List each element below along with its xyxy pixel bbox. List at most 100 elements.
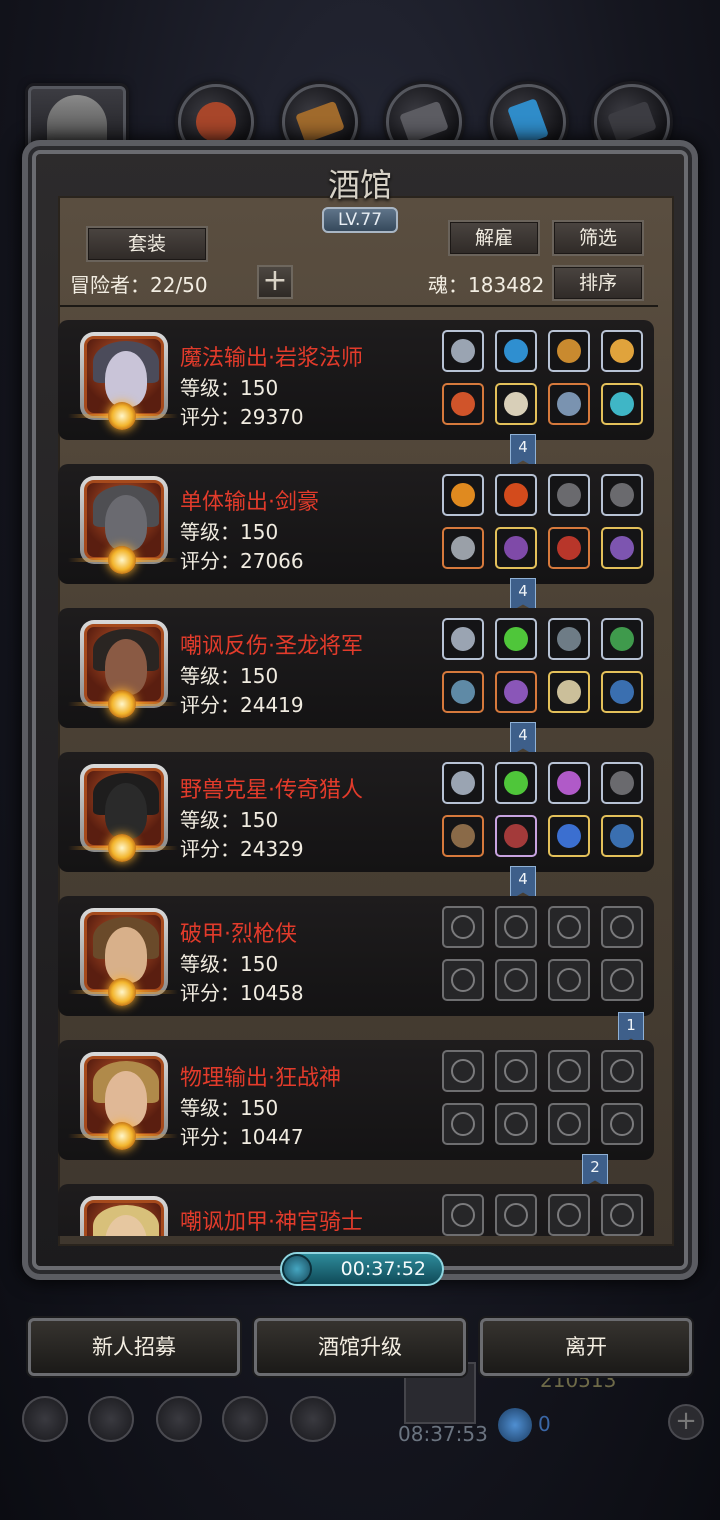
- adventurer-card[interactable]: 单体输出·剑豪 等级：150 评分：27066: [58, 464, 654, 584]
- star-badge-icon: [108, 978, 136, 1006]
- empty-charm-slot-icon[interactable]: [601, 1050, 643, 1092]
- lantern-icon[interactable]: [548, 762, 590, 804]
- knight-visor: [105, 495, 147, 551]
- adventurer-role: 单体输出·剑豪: [180, 490, 319, 515]
- demon-mask-icon[interactable]: [548, 527, 590, 569]
- lantern-icon[interactable]: [548, 330, 590, 372]
- empty-ring-slot-icon[interactable]: [548, 959, 590, 1001]
- tunic-icon[interactable]: [495, 815, 537, 857]
- adventurer-score: 评分：10458: [180, 981, 304, 1005]
- header-divider: [60, 305, 658, 307]
- empty-orb-slot-icon[interactable]: [495, 1050, 537, 1092]
- adventurer-score: 评分：27066: [180, 549, 304, 573]
- empty-weapon-slot-icon[interactable]: [442, 1103, 484, 1145]
- adventurer-role: 嘲讽反伤·圣龙将军: [180, 634, 363, 659]
- crystal-icon: [507, 98, 549, 146]
- gem-amulet-icon[interactable]: [601, 527, 643, 569]
- empty-ring-slot-icon[interactable]: [601, 959, 643, 1001]
- flame-ring-icon[interactable]: [442, 474, 484, 516]
- ring-icon[interactable]: [601, 671, 643, 713]
- general-face: [105, 639, 147, 695]
- orb-icon[interactable]: [495, 330, 537, 372]
- empty-necklace-slot-icon[interactable]: [442, 906, 484, 948]
- necklace-icon[interactable]: [442, 618, 484, 660]
- staff-icon[interactable]: [442, 383, 484, 425]
- adventurer-card[interactable]: 嘲讽反伤·圣龙将军 等级：150 评分：24419: [58, 608, 654, 728]
- adventurer-card[interactable]: 破甲·烈枪侠 等级：150 评分：10458: [58, 896, 654, 1016]
- helmet-icon[interactable]: [156, 1396, 202, 1442]
- dagger-icon[interactable]: [548, 815, 590, 857]
- scroll-icon[interactable]: [290, 1396, 336, 1442]
- adventurer-card[interactable]: 嘲讽加甲·神官骑士: [58, 1184, 654, 1236]
- ring-icon[interactable]: [601, 815, 643, 857]
- empty-armor-slot-icon[interactable]: [495, 959, 537, 1001]
- adventurer-card[interactable]: 物理输出·狂战神 等级：150 评分：10447: [58, 1040, 654, 1160]
- berserker-face: [105, 1071, 147, 1127]
- bg-add-icon[interactable]: +: [668, 1404, 704, 1440]
- empty-necklace-slot-icon[interactable]: [442, 1050, 484, 1092]
- adventurer-score: 评分：10447: [180, 1125, 304, 1149]
- sort-button[interactable]: 排序: [552, 265, 644, 301]
- pistol-icon[interactable]: [442, 815, 484, 857]
- mail-icon[interactable]: [222, 1396, 268, 1442]
- empty-weapon-slot-icon[interactable]: [442, 959, 484, 1001]
- settings-icon[interactable]: [22, 1396, 68, 1442]
- empty-orb-slot-icon[interactable]: [495, 1194, 537, 1236]
- compass-icon[interactable]: [88, 1396, 134, 1442]
- robe-icon[interactable]: [495, 383, 537, 425]
- chest-armor-icon[interactable]: [495, 671, 537, 713]
- feather-icon[interactable]: [601, 762, 643, 804]
- recruit-button[interactable]: 新人招募: [28, 1318, 240, 1376]
- gauntlet-icon[interactable]: [548, 383, 590, 425]
- empty-charm-slot-icon[interactable]: [548, 1194, 590, 1236]
- rank-flag: 4: [510, 866, 536, 900]
- adventurer-list[interactable]: 魔法输出·岩浆法师 等级：150 评分：29370 4 单体输出·剑豪 等级：1…: [58, 318, 658, 1236]
- empty-charm-slot-icon[interactable]: [548, 1050, 590, 1092]
- adventurer-level: 等级：150: [180, 952, 279, 976]
- leave-button[interactable]: 离开: [480, 1318, 692, 1376]
- armor-icon[interactable]: [495, 527, 537, 569]
- rank-flag: 2: [582, 1154, 608, 1188]
- empty-charm-slot-icon[interactable]: [548, 906, 590, 948]
- adventurer-score: 评分：24329: [180, 837, 304, 861]
- pendant-icon[interactable]: [548, 671, 590, 713]
- green-crystal-icon[interactable]: [495, 618, 537, 660]
- gem-icon: [498, 1408, 532, 1442]
- dismiss-button[interactable]: 解雇: [448, 220, 540, 256]
- feather-icon[interactable]: [601, 474, 643, 516]
- fire-orb-icon[interactable]: [495, 474, 537, 516]
- feather-icon[interactable]: [548, 474, 590, 516]
- upgrade-tavern-button[interactable]: 酒馆升级: [254, 1318, 466, 1376]
- adventurer-count: 冒险者：22/50: [70, 273, 208, 297]
- star-badge-icon: [108, 1122, 136, 1150]
- star-badge-icon: [108, 690, 136, 718]
- necklace-icon[interactable]: [442, 762, 484, 804]
- green-crystal-icon[interactable]: [495, 762, 537, 804]
- soul-count: 魂：183482: [428, 273, 545, 297]
- necklace-icon[interactable]: [442, 330, 484, 372]
- filter-button[interactable]: 筛选: [552, 220, 644, 256]
- adventurer-card[interactable]: 魔法输出·岩浆法师 等级：150 评分：29370: [58, 320, 654, 440]
- empty-charm-slot-icon[interactable]: [601, 906, 643, 948]
- empty-ring-slot-icon[interactable]: [601, 1103, 643, 1145]
- empty-charm-slot-icon[interactable]: [601, 1194, 643, 1236]
- wood-plank-icon: [295, 100, 345, 144]
- panel-title: 酒馆: [327, 166, 392, 204]
- suit-button[interactable]: 套装: [86, 226, 208, 262]
- lantern-icon[interactable]: [601, 330, 643, 372]
- star-badge-icon: [108, 834, 136, 862]
- adventurer-card[interactable]: 野兽克星·传奇猎人 等级：150 评分：24329: [58, 752, 654, 872]
- empty-necklace-slot-icon[interactable]: [442, 1194, 484, 1236]
- empty-ring-slot-icon[interactable]: [548, 1103, 590, 1145]
- add-adventurer-button[interactable]: +: [257, 265, 293, 299]
- iron-ingot-icon: [607, 100, 657, 144]
- potion-icon[interactable]: [601, 618, 643, 660]
- goggles-icon[interactable]: [548, 618, 590, 660]
- adventurer-level: 等级：150: [180, 520, 279, 544]
- lance-icon[interactable]: [442, 671, 484, 713]
- empty-orb-slot-icon[interactable]: [495, 906, 537, 948]
- sword-icon[interactable]: [442, 527, 484, 569]
- rank-flag: 4: [510, 578, 536, 612]
- ring-icon[interactable]: [601, 383, 643, 425]
- empty-armor-slot-icon[interactable]: [495, 1103, 537, 1145]
